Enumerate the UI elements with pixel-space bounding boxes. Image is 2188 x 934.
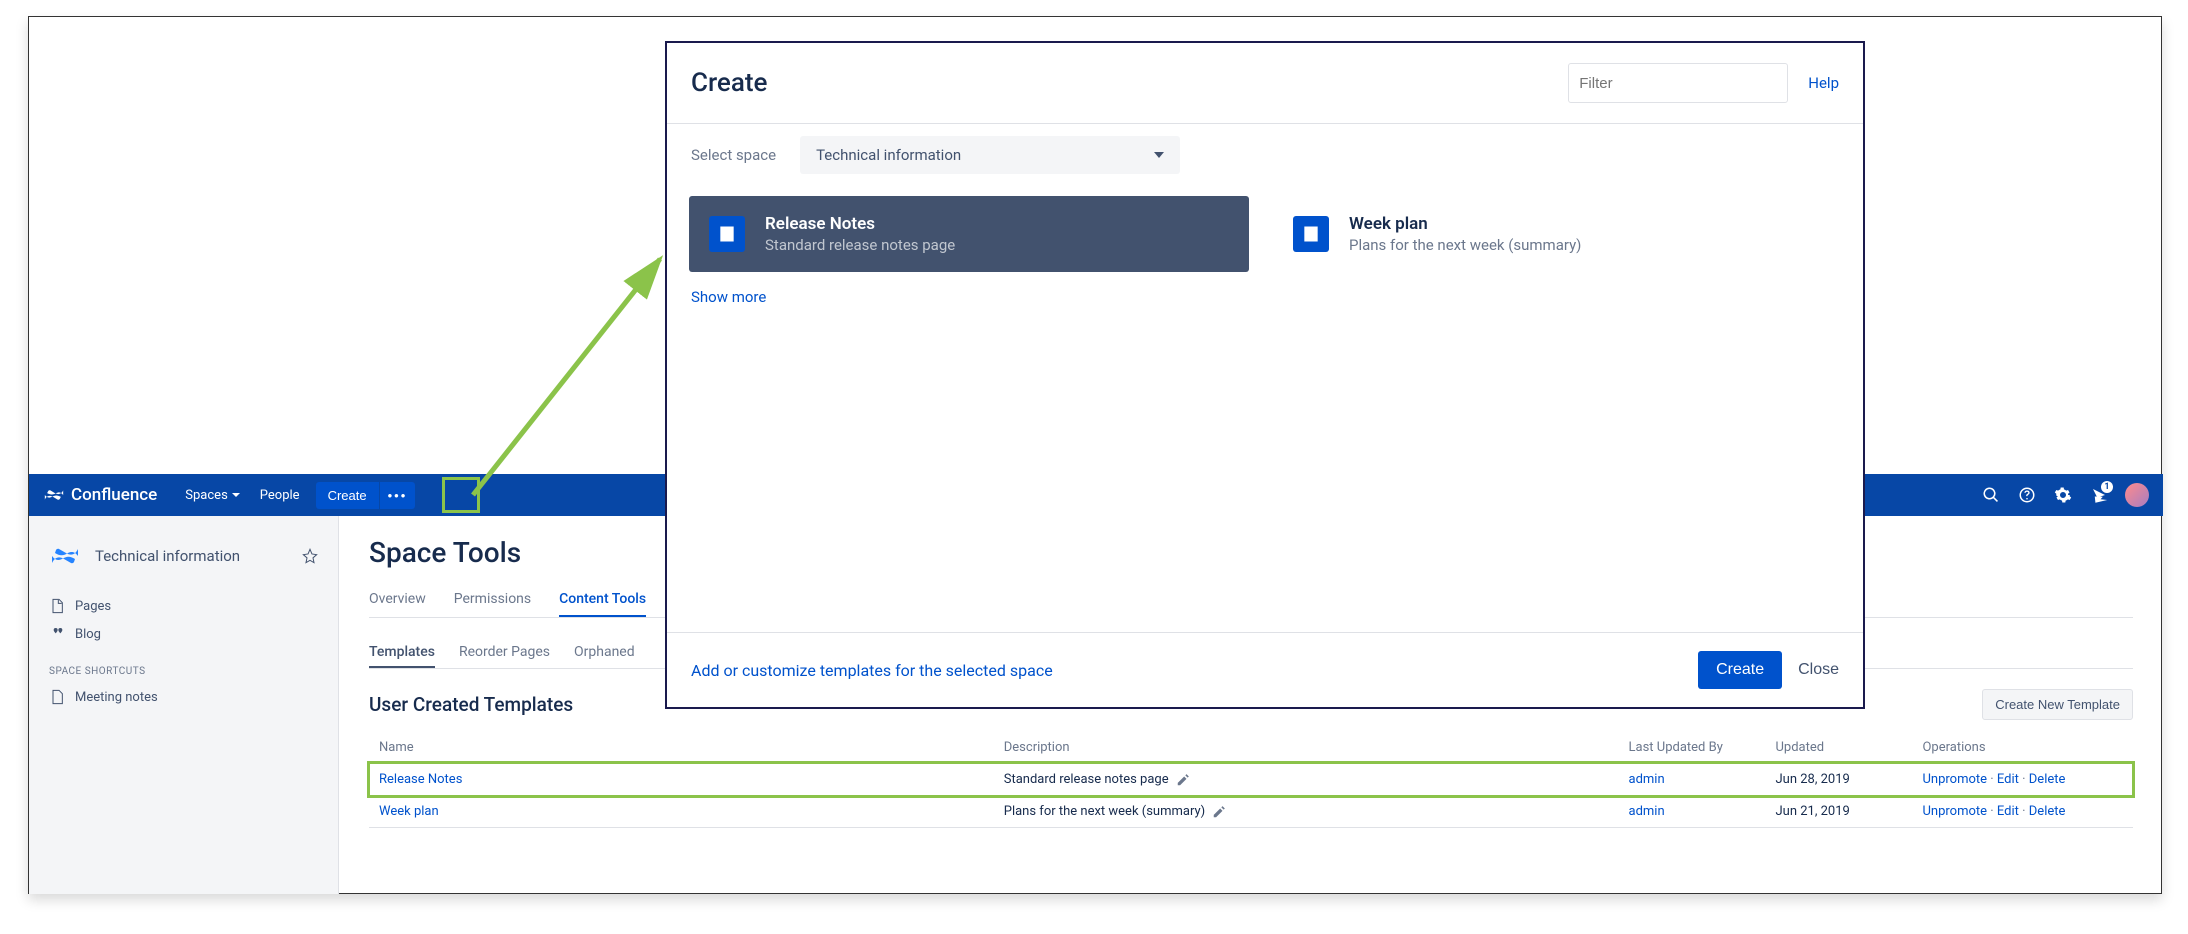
template-name-link[interactable]: Release Notes [379,772,462,787]
space-logo-icon [49,540,81,572]
pages-icon [49,598,65,614]
subtab-templates[interactable]: Templates [369,638,435,668]
sidebar: Technical information Pages Blog SPACE S… [29,516,339,894]
create-modal: Create Help Select space Technical infor… [665,41,1865,709]
tab-overview[interactable]: Overview [369,583,426,617]
doc-icon [49,689,65,705]
close-button[interactable]: Close [1798,661,1839,679]
annotation-arrow [465,247,675,502]
op-delete[interactable]: Delete [2029,804,2066,819]
updated-date: Jun 21, 2019 [1765,796,1912,828]
sidebar-item-pages[interactable]: Pages [29,592,338,620]
chevron-down-icon [232,493,240,497]
template-desc: Plans for the next week (summary) [1349,236,1581,254]
table-row: Week plan Plans for the next week (summa… [369,796,2133,828]
confluence-icon [43,484,65,506]
nav-more-button[interactable]: ••• [380,482,416,509]
template-title: Release Notes [765,214,955,234]
nav-people[interactable]: People [260,488,300,503]
modal-title: Create [691,68,1568,98]
notifications-icon[interactable]: 1 [2089,485,2109,505]
tab-content-tools[interactable]: Content Tools [559,583,646,617]
filter-input[interactable] [1568,63,1788,103]
sidebar-item-label: Pages [75,599,111,614]
template-desc: Standard release notes page [765,236,955,254]
sidebar-item-meeting-notes[interactable]: Meeting notes [29,683,338,711]
select-space-label: Select space [691,146,776,164]
op-edit[interactable]: Edit [1997,772,2019,787]
subtab-orphaned[interactable]: Orphaned [574,638,635,668]
subtab-reorder[interactable]: Reorder Pages [459,638,550,668]
chevron-down-icon [1154,152,1164,158]
col-ops: Operations [1912,732,2133,764]
nav-spaces[interactable]: Spaces [185,488,240,503]
pencil-icon[interactable] [1176,773,1190,787]
op-unpromote[interactable]: Unpromote [1922,804,1987,819]
brand-logo[interactable]: Confluence [43,484,157,506]
show-more-link[interactable]: Show more [667,272,1863,322]
template-title: Week plan [1349,214,1581,234]
template-desc-text: Plans for the next week (summary) [1004,804,1205,819]
col-name: Name [369,732,994,764]
template-card-release-notes[interactable]: Release Notes Standard release notes pag… [689,196,1249,272]
updated-by-link[interactable]: admin [1629,804,1665,819]
pencil-icon[interactable] [1212,805,1226,819]
star-icon[interactable] [302,548,318,564]
customize-templates-link[interactable]: Add or customize templates for the selec… [691,661,1698,680]
sidebar-item-label: Meeting notes [75,690,158,705]
space-dropdown[interactable]: Technical information [800,136,1180,174]
op-edit[interactable]: Edit [1997,804,2019,819]
table-row: Release Notes Standard release notes pag… [369,764,2133,796]
search-icon[interactable] [1981,485,2001,505]
brand-name: Confluence [71,485,157,505]
updated-date: Jun 28, 2019 [1765,764,1912,796]
create-button[interactable]: Create [1698,651,1782,689]
template-name-link[interactable]: Week plan [379,804,439,819]
create-new-template-button[interactable]: Create New Template [1982,689,2133,720]
template-desc-text: Standard release notes page [1004,772,1169,787]
op-delete[interactable]: Delete [2029,772,2066,787]
op-unpromote[interactable]: Unpromote [1922,772,1987,787]
document-icon [709,216,745,252]
sidebar-shortcuts-heading: SPACE SHORTCUTS [29,648,338,683]
gear-icon[interactable] [2053,485,2073,505]
sidebar-item-blog[interactable]: Blog [29,620,338,648]
blog-icon [49,626,65,642]
space-name[interactable]: Technical information [95,547,288,565]
nav-create-button[interactable]: Create [316,482,379,509]
tab-permissions[interactable]: Permissions [454,583,531,617]
col-by: Last Updated By [1619,732,1766,764]
col-updated: Updated [1765,732,1912,764]
sidebar-item-label: Blog [75,627,101,642]
updated-by-link[interactable]: admin [1629,772,1665,787]
nav-spaces-label: Spaces [185,488,228,503]
template-card-week-plan[interactable]: Week plan Plans for the next week (summa… [1273,196,1833,272]
avatar[interactable] [2125,483,2149,507]
templates-table: Name Description Last Updated By Updated… [369,732,2133,828]
help-link[interactable]: Help [1808,74,1839,92]
col-desc: Description [994,732,1619,764]
notif-count: 1 [2101,481,2113,493]
space-dropdown-value: Technical information [816,146,1154,164]
document-icon [1293,216,1329,252]
help-icon[interactable] [2017,485,2037,505]
